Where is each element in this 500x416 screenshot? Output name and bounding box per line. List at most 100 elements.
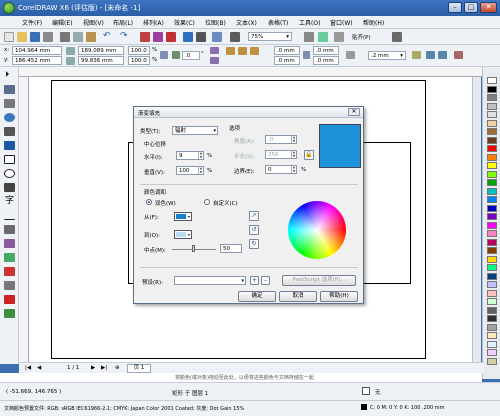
add-page-icon[interactable]: ⊕	[115, 365, 120, 371]
menu-tools[interactable]: 工具(O)	[299, 18, 320, 27]
angle-field[interactable]: .0	[182, 51, 200, 60]
crop-tool-icon[interactable]	[4, 99, 15, 108]
scale-x-field[interactable]: 100.0	[128, 46, 150, 55]
eyedropper-tool-icon[interactable]	[4, 267, 15, 276]
color-wheel[interactable]	[288, 201, 346, 259]
corner-2-field[interactable]: .0 mm	[274, 56, 300, 65]
palette-swatch[interactable]	[487, 111, 497, 118]
page-tab[interactable]: 页 1	[127, 364, 151, 373]
corel-connect-icon[interactable]	[230, 32, 240, 42]
fill-tool-icon[interactable]	[4, 295, 15, 304]
palette-swatch[interactable]	[487, 213, 497, 220]
palette-swatch[interactable]	[487, 128, 497, 135]
x-position-field[interactable]: 104.964 mm	[12, 46, 62, 55]
new-icon[interactable]	[4, 32, 14, 42]
palette-swatch[interactable]	[487, 281, 497, 288]
corner-chamfer-icon[interactable]	[250, 47, 259, 55]
close-button[interactable]: ✕	[480, 2, 497, 13]
cut-icon[interactable]	[60, 32, 70, 42]
zoom-tool-icon[interactable]	[4, 113, 15, 122]
menu-bitmaps[interactable]: 位图(B)	[205, 18, 226, 27]
palette-swatch[interactable]	[487, 102, 497, 110]
remove-preset-icon[interactable]: –	[261, 276, 270, 285]
menu-view[interactable]: 视图(V)	[83, 18, 104, 27]
copy-icon[interactable]	[73, 32, 83, 42]
postscript-options-button[interactable]: PostScript 选项(P)...	[282, 275, 356, 286]
counterclockwise-blend-icon[interactable]: ↺	[249, 225, 259, 235]
width-field[interactable]: 189.089 mm	[78, 46, 124, 55]
search-content-icon[interactable]	[140, 32, 150, 42]
menu-effects[interactable]: 效果(C)	[174, 18, 195, 27]
to-back-icon[interactable]	[438, 51, 447, 59]
snap-icon[interactable]	[334, 32, 344, 42]
menu-arrange[interactable]: 排列(A)	[143, 18, 164, 27]
palette-swatch[interactable]	[487, 238, 497, 246]
import-icon[interactable]	[153, 32, 163, 42]
dialog-close-button[interactable]: ✕	[348, 108, 360, 116]
polygon-tool-icon[interactable]	[4, 183, 15, 192]
corner-1-field[interactable]: .0 mm	[274, 46, 300, 55]
export-icon[interactable]	[166, 32, 176, 42]
next-page-icon[interactable]: ▶	[91, 365, 95, 371]
convert-to-curves-icon[interactable]	[454, 51, 463, 59]
app-launcher-icon[interactable]	[196, 32, 206, 42]
full-screen-icon[interactable]	[304, 32, 314, 42]
clockwise-blend-icon[interactable]: ↻	[249, 239, 259, 249]
menu-layout[interactable]: 布局(L)	[113, 18, 133, 27]
palette-swatch[interactable]	[487, 170, 497, 178]
palette-swatch[interactable]	[487, 153, 497, 161]
transparency-tool-icon[interactable]	[4, 253, 15, 262]
minimize-button[interactable]: –	[448, 2, 462, 13]
interactive-fill-icon[interactable]	[4, 309, 15, 318]
menu-window[interactable]: 窗口(W)	[330, 18, 353, 27]
print-icon[interactable]	[43, 32, 53, 42]
from-color-picker[interactable]: ▾	[174, 212, 192, 221]
outline-swatch-icon[interactable]	[361, 404, 367, 410]
edge-pad-field[interactable]: 0 ▲ ▼	[265, 165, 297, 174]
y-position-field[interactable]: 186.452 mm	[12, 56, 62, 65]
angle-field[interactable]: .0 ▲ ▼	[265, 135, 297, 144]
palette-swatch[interactable]	[487, 85, 497, 93]
palette-swatch[interactable]	[487, 340, 497, 348]
corner-4-field[interactable]: .0 mm	[313, 56, 339, 65]
palette-swatch[interactable]	[487, 272, 497, 280]
corner-round-icon[interactable]	[226, 47, 235, 55]
palette-swatch[interactable]	[487, 255, 497, 263]
midpoint-slider-thumb[interactable]	[192, 245, 195, 252]
corner-3-field[interactable]: .0 mm	[313, 46, 339, 55]
help-button[interactable]: 帮助(H)	[320, 291, 358, 302]
corner-lock-icon[interactable]	[303, 51, 310, 59]
palette-swatch[interactable]	[487, 136, 497, 144]
palette-swatch[interactable]	[487, 247, 497, 254]
ellipse-tool-icon[interactable]	[4, 169, 15, 178]
snap-label[interactable]: 贴齐(P)	[352, 33, 371, 41]
last-page-icon[interactable]: ▶|	[101, 365, 107, 371]
menu-text[interactable]: 文本(X)	[236, 18, 257, 27]
palette-swatch[interactable]	[487, 306, 497, 314]
vertical-offset-field[interactable]: 100 ▲ ▼	[176, 166, 204, 175]
text-tool-icon[interactable]: 字	[4, 197, 15, 206]
two-color-radio[interactable]	[146, 199, 152, 205]
first-page-icon[interactable]: |◀	[25, 365, 31, 371]
blend-tool-icon[interactable]	[4, 239, 15, 248]
menu-edit[interactable]: 编辑(E)	[52, 18, 72, 27]
rectangle-tool-icon[interactable]	[4, 155, 15, 164]
prev-page-icon[interactable]: ◀	[37, 365, 41, 371]
open-icon[interactable]	[17, 32, 27, 42]
palette-swatch[interactable]	[487, 315, 497, 322]
paste-icon[interactable]	[86, 32, 96, 42]
palette-swatch[interactable]	[487, 289, 497, 297]
outline-tool-icon[interactable]	[4, 281, 15, 290]
scale-corners-icon[interactable]	[346, 51, 355, 59]
connector-tool-icon[interactable]	[4, 225, 15, 234]
welcome-screen-icon[interactable]	[212, 32, 222, 42]
wrap-text-icon[interactable]	[412, 51, 421, 59]
palette-swatch[interactable]	[487, 119, 497, 127]
palette-swatch[interactable]	[487, 264, 497, 271]
palette-swatch[interactable]	[487, 179, 497, 186]
publish-pdf-icon[interactable]	[183, 32, 193, 42]
horizontal-offset-field[interactable]: 9 ▲ ▼	[176, 151, 204, 160]
fill-swatch-icon[interactable]	[362, 387, 370, 395]
ok-button[interactable]: 确定	[238, 291, 276, 302]
palette-swatch[interactable]	[487, 357, 497, 365]
